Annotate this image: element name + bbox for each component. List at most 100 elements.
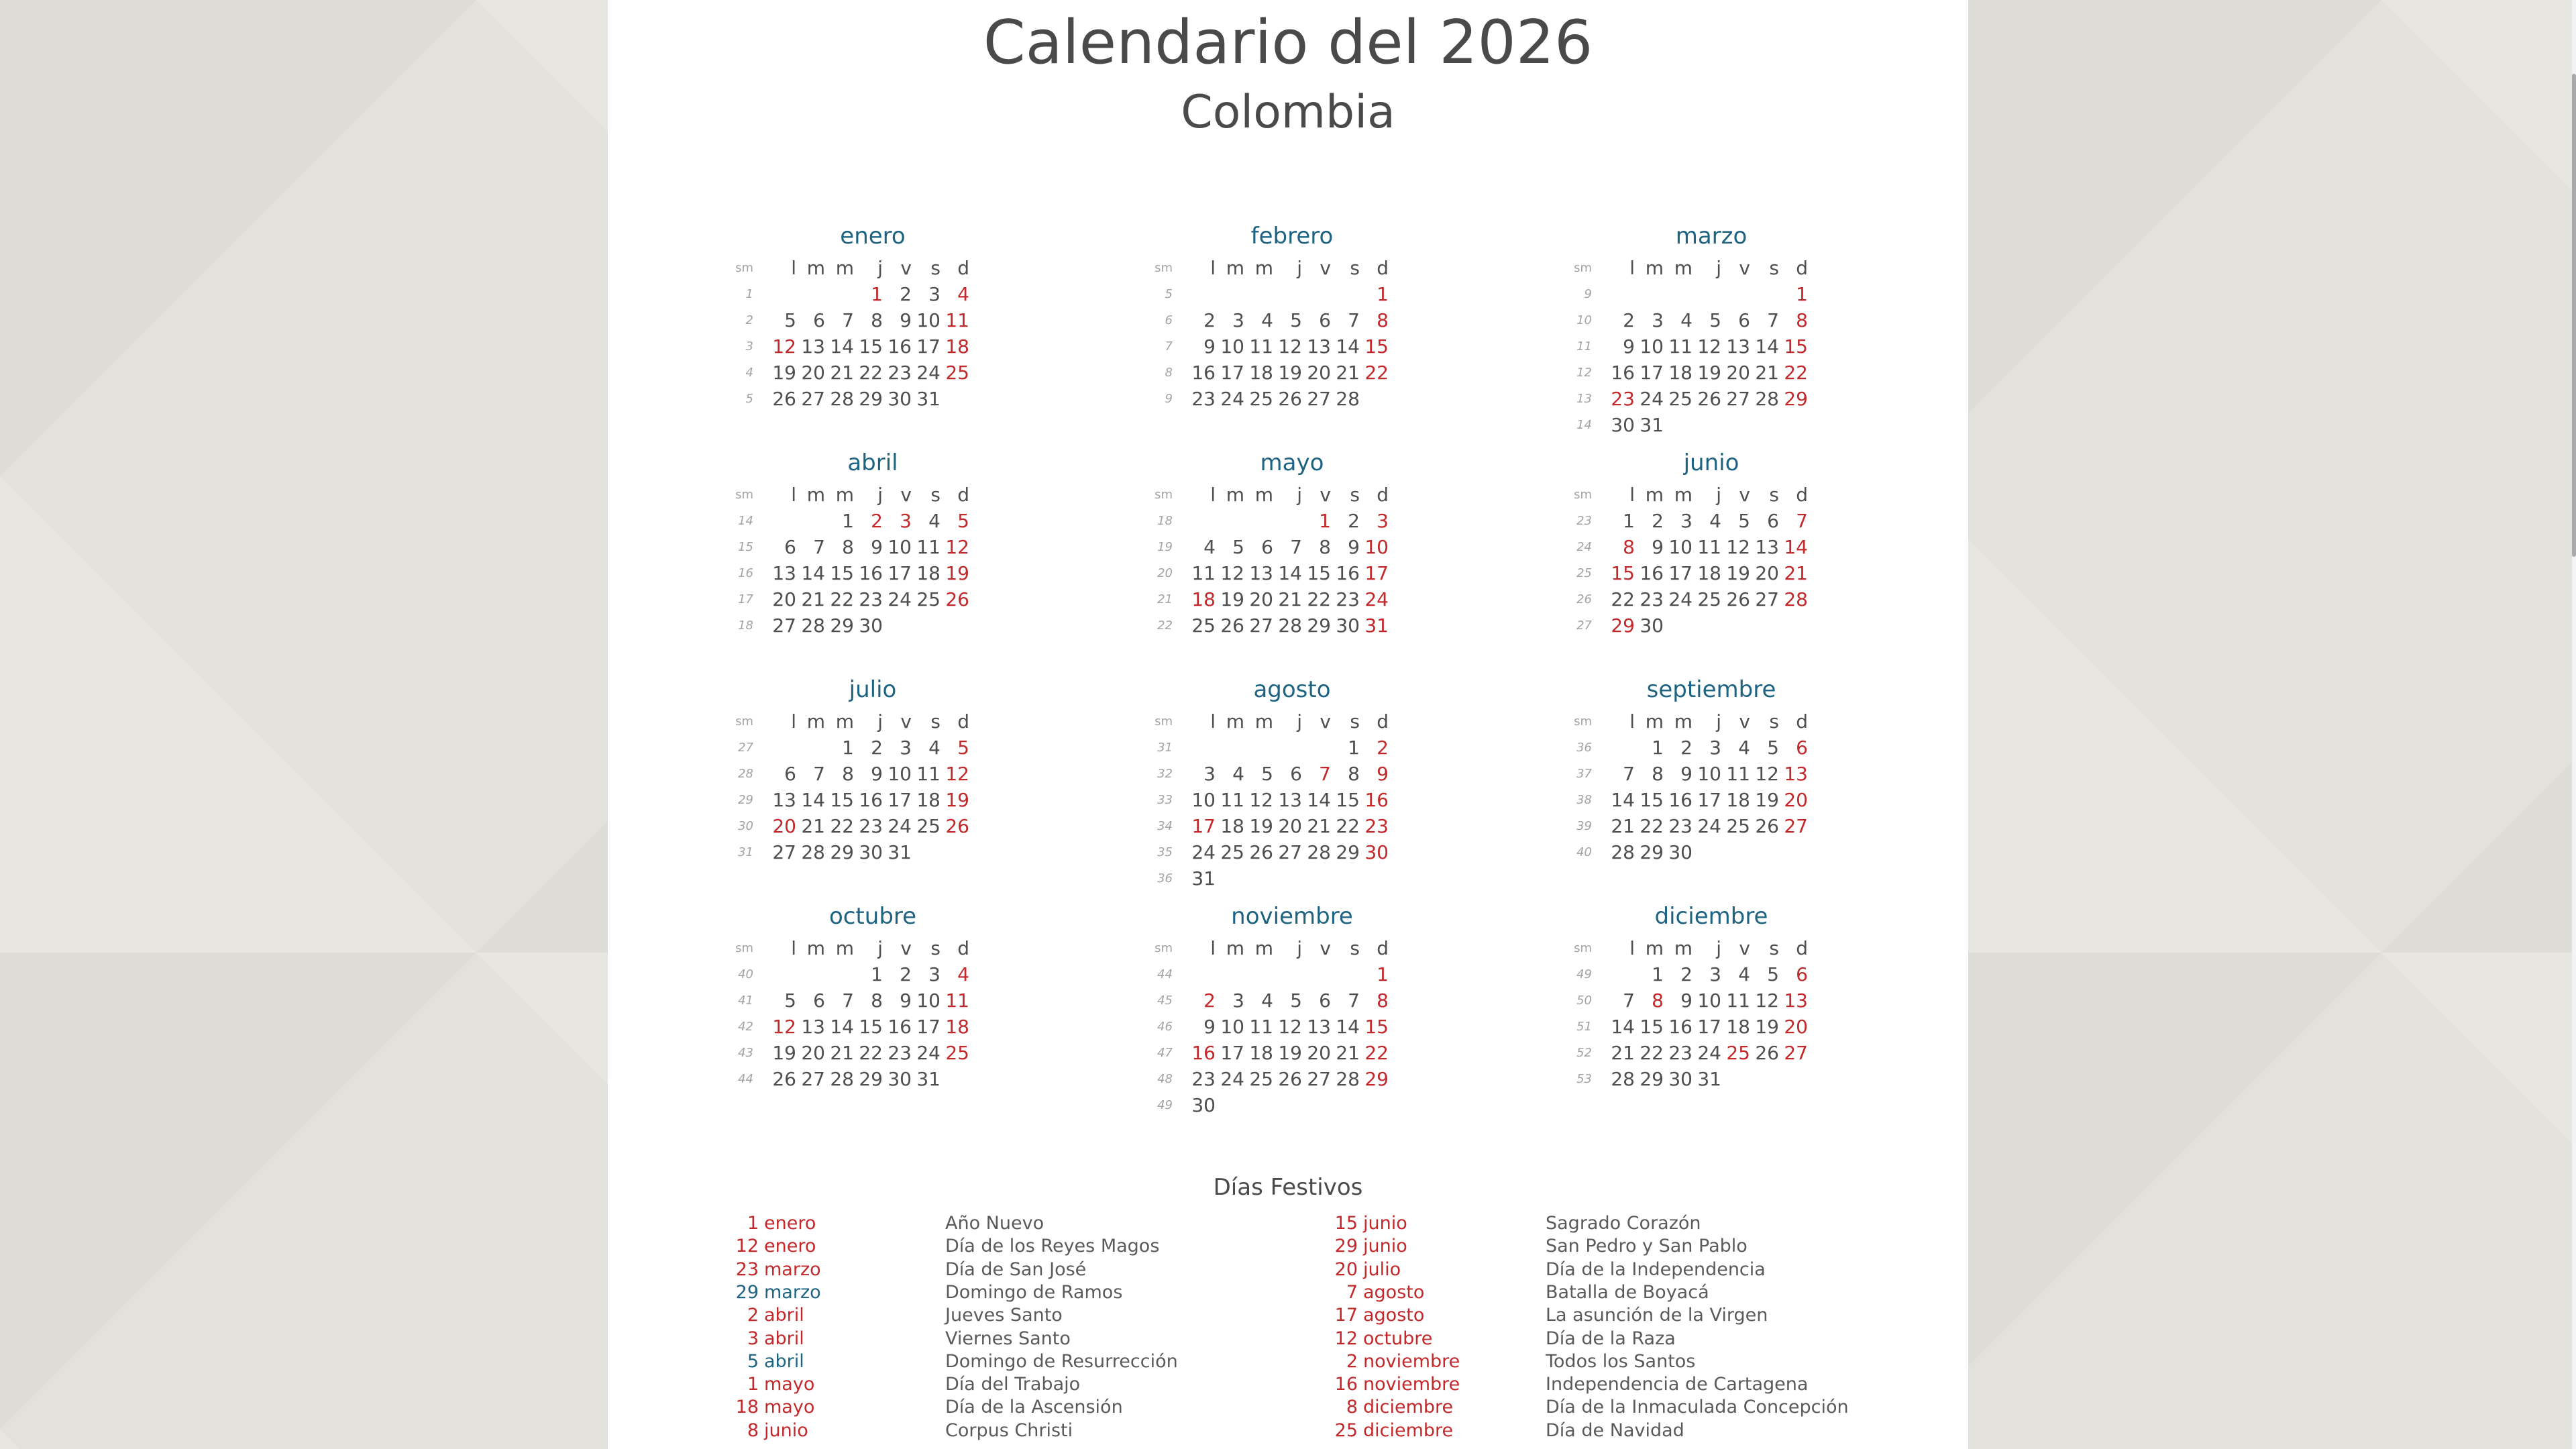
day-cell: 24 (1220, 388, 1244, 410)
day-cell: 15 (1640, 1016, 1664, 1038)
day-cell: 29 (830, 614, 854, 637)
weekday-header: m (1674, 484, 1693, 506)
weekday-header: d (1796, 257, 1808, 279)
holiday-month: noviembre (1363, 1374, 1460, 1395)
holiday-day: 12 (1334, 1328, 1358, 1349)
day-cell: 12 (1220, 562, 1244, 584)
weekday-header: l (1210, 710, 1216, 733)
holiday-day: 2 (1346, 1350, 1358, 1372)
day-cell: 18 (945, 335, 969, 358)
weekday-header: s (1350, 484, 1360, 506)
day-cell: 12 (1697, 335, 1721, 358)
day-cell: 16 (1364, 789, 1389, 811)
day-cell: 13 (772, 789, 796, 811)
day-cell: 3 (900, 510, 912, 532)
day-cell: 20 (1249, 588, 1273, 610)
day-cell: 5 (1738, 510, 1750, 532)
weekday-header: m (1674, 257, 1693, 279)
holiday-month: octubre (1363, 1328, 1433, 1349)
day-cell: 26 (1278, 1068, 1302, 1090)
weekday-header: m (1254, 484, 1273, 506)
day-cell: 26 (945, 588, 969, 610)
day-cell: 25 (1191, 614, 1216, 637)
week-number: 48 (1157, 1072, 1173, 1086)
day-cell: 16 (1640, 562, 1664, 584)
week-number-header: sm (735, 261, 753, 275)
day-cell: 18 (916, 789, 941, 811)
weekday-header: s (1769, 257, 1779, 279)
day-cell: 6 (1319, 989, 1331, 1012)
day-cell: 23 (888, 362, 912, 384)
week-number: 23 (1576, 514, 1592, 528)
day-cell: 8 (871, 309, 883, 331)
week-number: 3 (745, 339, 753, 354)
vertical-scrollbar[interactable] (2572, 0, 2576, 1449)
weekday-header: v (1320, 257, 1331, 279)
day-cell: 20 (801, 1042, 825, 1064)
day-cell: 5 (1767, 737, 1779, 759)
day-cell: 2 (1377, 737, 1389, 759)
day-cell: 12 (1249, 789, 1273, 811)
day-cell: 16 (1191, 362, 1216, 384)
scrollbar-thumb[interactable] (2572, 74, 2576, 557)
day-cell: 7 (1623, 763, 1635, 785)
day-cell: 13 (1278, 789, 1302, 811)
day-cell: 24 (1220, 1068, 1244, 1090)
day-cell: 23 (859, 815, 883, 837)
day-cell: 13 (1307, 1016, 1331, 1038)
weekday-header: m (806, 257, 825, 279)
day-cell: 17 (1640, 362, 1664, 384)
day-cell: 1 (1652, 737, 1664, 759)
day-cell: 6 (1290, 763, 1302, 785)
weekday-header: d (957, 484, 969, 506)
weekday-header: d (1796, 484, 1808, 506)
day-cell: 3 (1232, 989, 1244, 1012)
week-number-header: sm (1155, 714, 1173, 729)
day-cell: 30 (859, 614, 883, 637)
holiday-row: 25 diciembre Día de Navidad (1304, 1419, 1908, 1442)
week-number-header: sm (1155, 941, 1173, 955)
calendar-page: Calendario del 2026 Colombia enero sm l m m j… (608, 0, 1968, 1449)
weekday-header: s (1350, 710, 1360, 733)
weekday-header: m (835, 257, 854, 279)
week-number: 47 (1157, 1046, 1173, 1060)
weekday-header: l (791, 710, 796, 733)
day-cell: 6 (1261, 536, 1273, 558)
day-cell: 12 (772, 335, 796, 358)
page-title: Calendario del 2026 (983, 7, 1593, 78)
day-cell: 11 (1697, 536, 1721, 558)
day-cell: 27 (801, 1068, 825, 1090)
day-cell: 12 (1278, 335, 1302, 358)
day-cell: 25 (1726, 815, 1750, 837)
week-number: 6 (1165, 313, 1173, 327)
day-cell: 27 (1784, 1042, 1808, 1064)
day-cell: 25 (916, 588, 941, 610)
day-cell: 21 (801, 815, 825, 837)
day-cell: 23 (1668, 1042, 1693, 1064)
day-cell: 13 (1307, 335, 1331, 358)
weekday-header: v (1739, 257, 1750, 279)
day-cell: 14 (830, 1016, 854, 1038)
weekday-header: m (835, 937, 854, 959)
week-number-header: sm (1574, 714, 1592, 729)
day-cell: 22 (1336, 815, 1360, 837)
day-cell: 16 (1611, 362, 1635, 384)
day-cell: 25 (1220, 841, 1244, 863)
weekday-header: m (806, 937, 825, 959)
day-cell: 10 (1220, 1016, 1244, 1038)
day-cell: 16 (1191, 1042, 1216, 1064)
day-cell: 12 (1726, 536, 1750, 558)
day-cell: 10 (1668, 536, 1693, 558)
weekday-header: m (1645, 484, 1664, 506)
day-cell: 6 (813, 309, 825, 331)
weekday-header: m (1674, 710, 1693, 733)
day-cell: 20 (1307, 1042, 1331, 1064)
day-cell: 2 (1652, 510, 1664, 532)
day-cell: 9 (900, 989, 912, 1012)
holiday-day: 1 (747, 1213, 759, 1234)
weekday-header: l (1210, 484, 1216, 506)
day-cell: 3 (1680, 510, 1693, 532)
day-cell: 18 (1249, 1042, 1273, 1064)
week-number: 27 (738, 741, 753, 755)
month-name: marzo (1675, 223, 1748, 250)
